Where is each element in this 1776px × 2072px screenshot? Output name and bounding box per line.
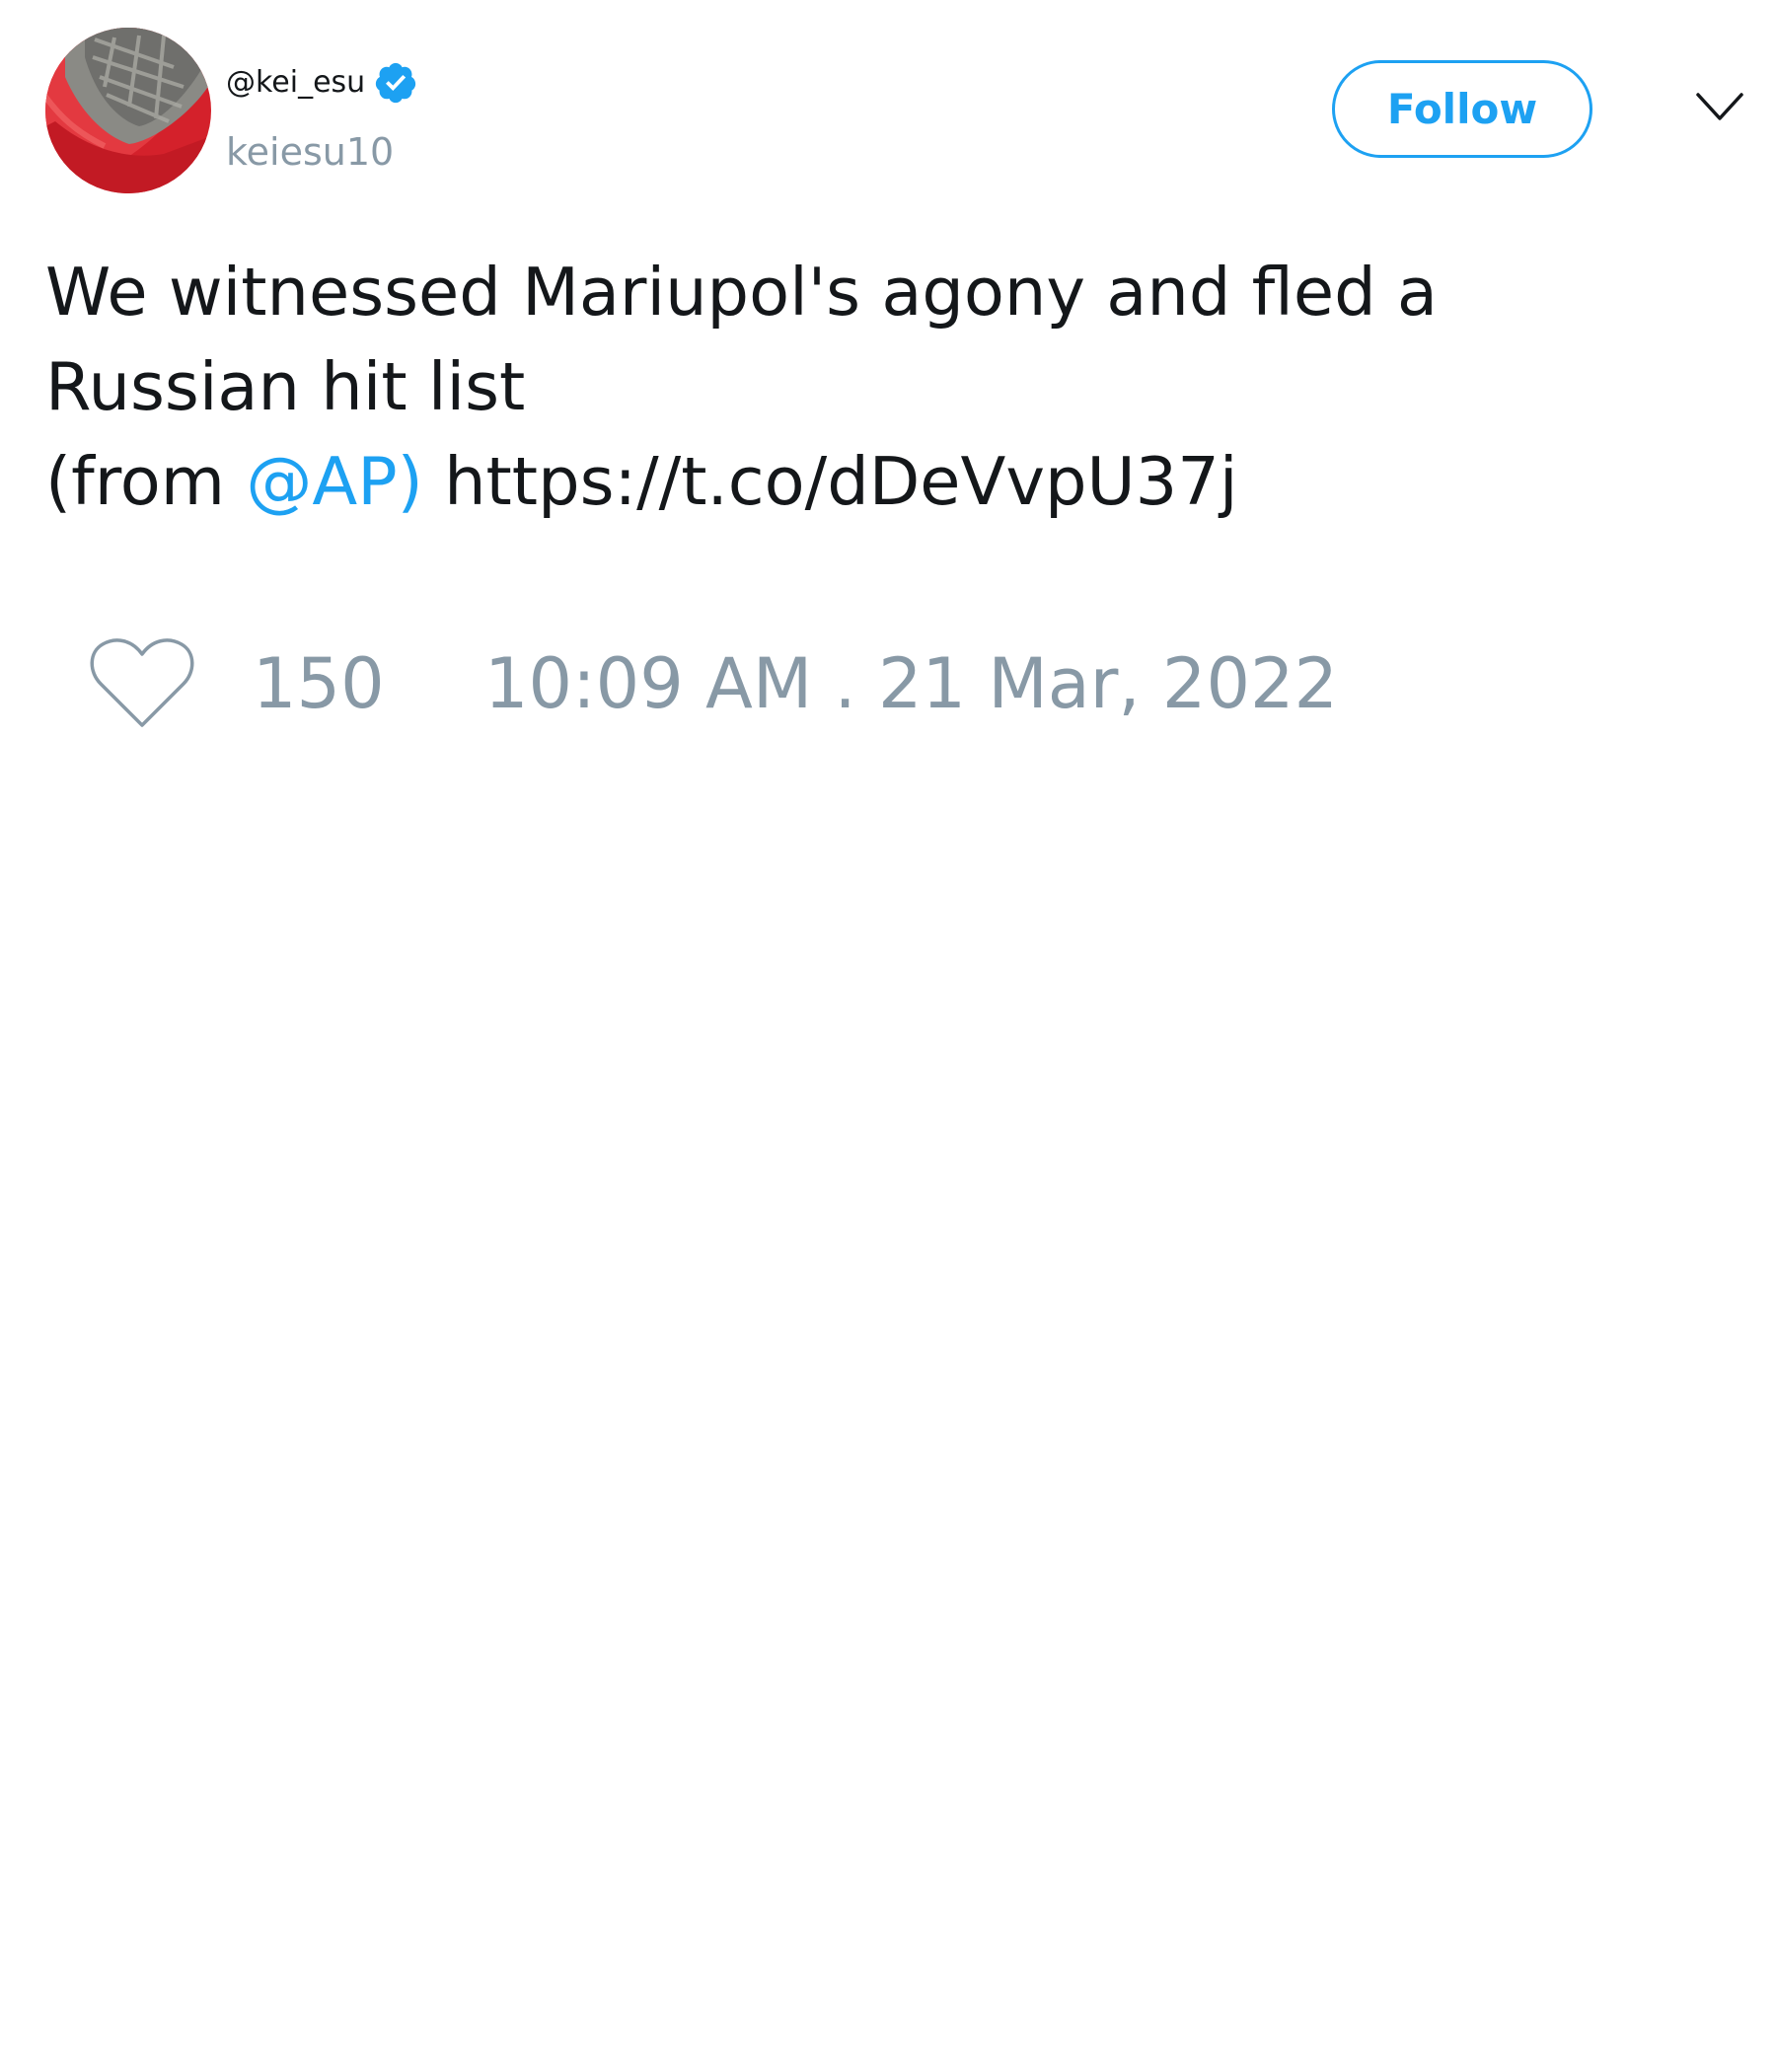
heart-icon[interactable] <box>89 636 195 731</box>
display-name[interactable]: @kei_esu <box>226 59 365 107</box>
user-handle[interactable]: keiesu10 <box>226 126 394 178</box>
chevron-down-icon[interactable] <box>1695 91 1744 124</box>
tweet-text-line: (from @AP) https://t.co/dDeVvpU37j <box>45 434 1723 529</box>
avatar[interactable] <box>45 28 211 193</box>
tweet-text: We witnessed Mariupol's agony and fled a… <box>45 245 1723 529</box>
tweet-text-line: Russian hit list <box>45 348 526 425</box>
tweet-text-prefix: (from <box>45 443 247 520</box>
display-name-row: @kei_esu <box>226 59 418 107</box>
follow-button[interactable]: Follow <box>1332 60 1592 158</box>
tweet-card: @kei_esu keiesu10 Follow We witnessed Ma… <box>0 0 1776 2072</box>
tweet-text-line: We witnessed Mariupol's agony and fled a <box>45 254 1438 331</box>
sneaker-photo-avatar <box>45 28 211 193</box>
mention-link[interactable]: @AP) <box>246 443 422 520</box>
verified-badge-icon <box>373 60 418 106</box>
like-count: 150 <box>253 643 385 724</box>
tweet-timestamp[interactable]: 10:09 AM . 21 Mar, 2022 <box>484 639 1338 728</box>
url-link[interactable]: https://t.co/dDeVvpU37j <box>444 443 1237 520</box>
